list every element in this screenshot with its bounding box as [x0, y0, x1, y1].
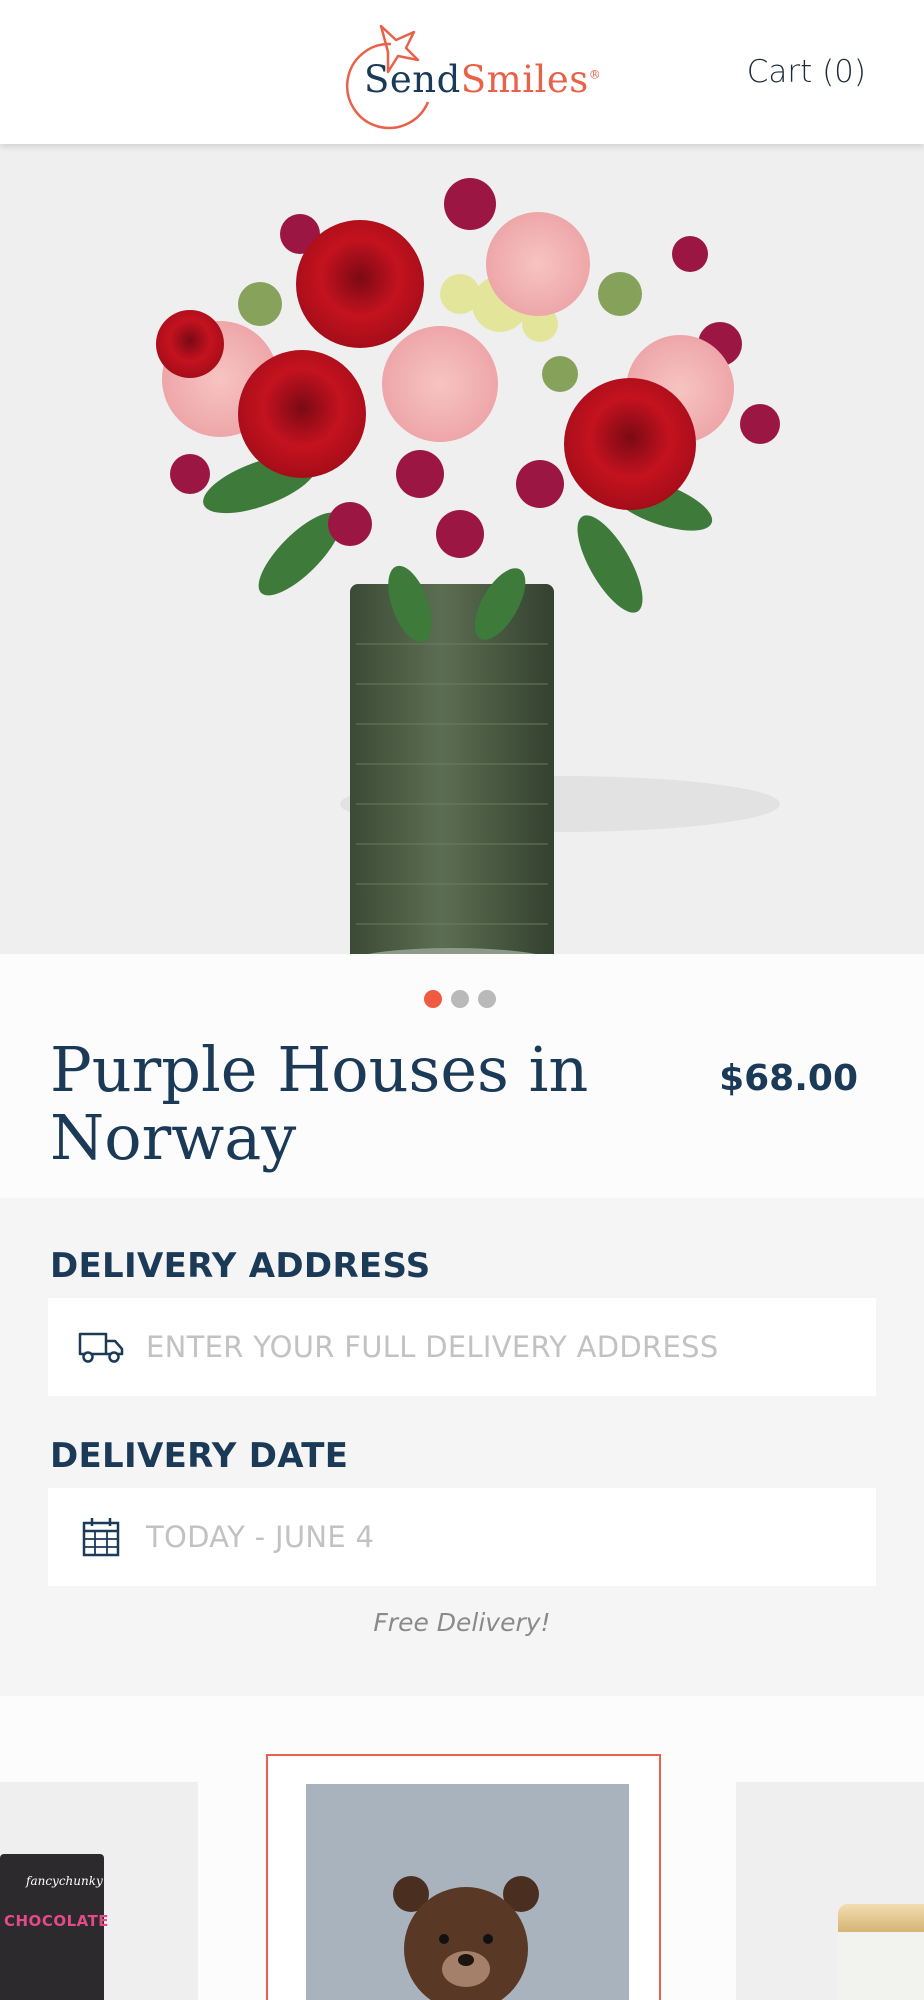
- brand-name-send: Send: [364, 58, 461, 101]
- gallery-dot-1[interactable]: [424, 990, 442, 1008]
- flower-arrangement-image: [156, 178, 780, 954]
- brand-logo[interactable]: SendSmiles®: [336, 14, 601, 132]
- delivery-address-placeholder: ENTER YOUR FULL DELIVERY ADDRESS: [146, 1330, 719, 1364]
- delivery-address-field[interactable]: ENTER YOUR FULL DELIVERY ADDRESS: [48, 1298, 876, 1396]
- addon-card-candle[interactable]: [736, 1782, 924, 2000]
- teddy-bear-image: [306, 1784, 629, 2000]
- site-header: SendSmiles® Cart (0): [0, 0, 924, 144]
- candle-jar-image: [838, 1932, 924, 2000]
- product-image[interactable]: [0, 144, 924, 954]
- delivery-date-field[interactable]: TODAY - JUNE 4: [48, 1488, 876, 1586]
- delivery-address-label: DELIVERY ADDRESS: [50, 1246, 431, 1286]
- gallery-dot-3[interactable]: [478, 990, 496, 1008]
- delivery-date-value: TODAY - JUNE 4: [146, 1520, 375, 1554]
- chocolate-brand-text: fancychunky: [26, 1874, 103, 1888]
- brand-trademark: ®: [588, 67, 602, 82]
- brand-name: SendSmiles®: [364, 58, 601, 101]
- gallery-dot-2[interactable]: [451, 990, 469, 1008]
- calendar-icon: [76, 1517, 126, 1557]
- chocolate-label-text: CHOCOLATE: [4, 1912, 110, 1930]
- gallery-pagination: [424, 990, 496, 1008]
- addon-card-chocolate[interactable]: fancychunky CHOCOLATE: [0, 1782, 198, 2000]
- free-delivery-note: Free Delivery!: [373, 1608, 551, 1637]
- truck-icon: [76, 1327, 126, 1367]
- delivery-date-label: DELIVERY DATE: [50, 1436, 349, 1476]
- brand-name-smiles: Smiles: [460, 58, 589, 101]
- cart-link[interactable]: Cart (0): [747, 54, 866, 90]
- product-price: $68.00: [719, 1058, 858, 1099]
- addon-card-teddy-bear[interactable]: [266, 1754, 661, 2000]
- product-title: Purple Houses in Norway: [50, 1033, 589, 1174]
- addon-carousel: fancychunky CHOCOLATE: [0, 1696, 924, 2000]
